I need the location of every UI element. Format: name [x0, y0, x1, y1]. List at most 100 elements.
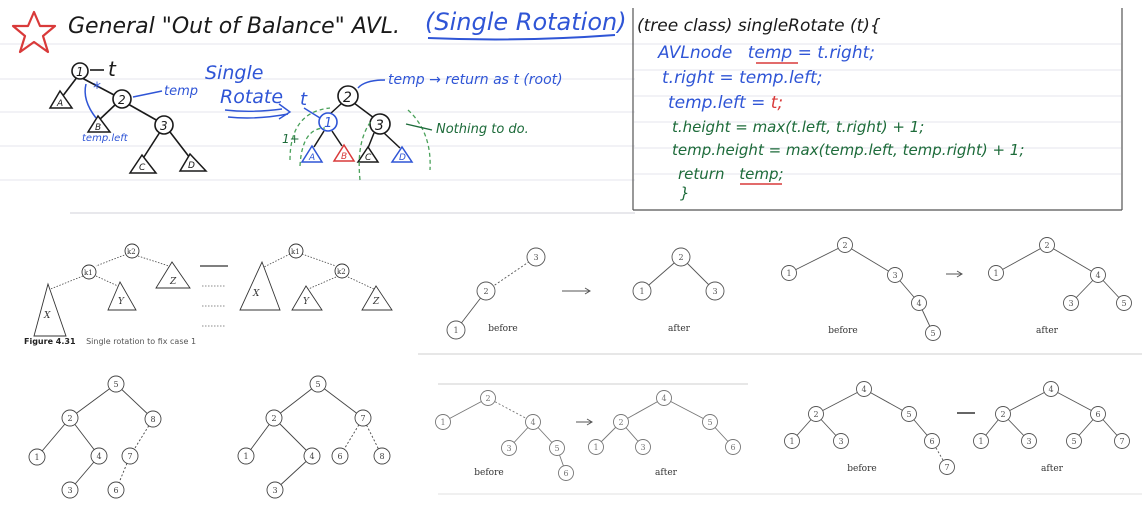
svg-text:B: B: [95, 123, 101, 133]
tree-node-label: 5: [1121, 299, 1126, 308]
before-label: before: [847, 464, 876, 474]
result-dashed-bounds: [289, 107, 431, 181]
after-label: after: [1041, 464, 1064, 474]
tree-node-label: 8: [150, 415, 155, 424]
sketch-blue-star-icon: *: [93, 78, 101, 97]
fig431-z-after: Z: [372, 297, 380, 307]
tree-node-label: 3: [640, 443, 645, 452]
tree-node-label: 2: [271, 414, 276, 423]
tree-node-label: 4: [96, 452, 101, 461]
tree-node-label: 5: [906, 410, 911, 419]
tree-node-label: 3: [838, 437, 843, 446]
result-node-2-label: 2: [343, 90, 352, 106]
tree-node-label: 2: [842, 241, 847, 250]
example-5-rotation: 4 2 5 1 3 6 7 4 2 6 1 3 5 7 before after: [784, 381, 1130, 475]
sketch-t-label: t: [108, 57, 117, 81]
tree-node-label: 1: [978, 437, 983, 446]
tree-node-label: 3: [892, 271, 897, 280]
sketch-temp-left-label: temp.left: [82, 133, 129, 144]
nothing-note: Nothing to do.: [436, 122, 529, 137]
tree-node-label: 4: [861, 385, 866, 394]
code-line-5: temp.height = max(temp.left, temp.right)…: [672, 141, 1024, 159]
svg-text:A: A: [56, 99, 63, 109]
nothing-note-arrow: [405, 123, 433, 131]
svg-text:B: B: [341, 152, 347, 162]
tree-node-label: 5: [315, 380, 320, 389]
tree-node-label: 6: [563, 469, 568, 478]
star-icon: [11, 10, 57, 54]
tree-node-label: 7: [1119, 437, 1124, 446]
tree-node-label: 2: [618, 418, 623, 427]
tree-edge: [1046, 244, 1099, 276]
code-line-3: temp.left = t;: [668, 93, 783, 113]
tree-node-label: 7: [944, 463, 949, 472]
before-label: before: [474, 468, 503, 478]
tree-edge: [844, 244, 896, 276]
before-label: before: [828, 326, 857, 336]
sketch-temp-label: temp: [164, 84, 198, 99]
fig431-y-after: Y: [303, 297, 310, 307]
result-leaf-c: C: [356, 145, 380, 163]
fig431-x-before: X: [43, 311, 51, 321]
svg-text:A: A: [308, 153, 315, 163]
tree-node-label: 3: [506, 444, 511, 453]
fig431-x-after: X: [252, 289, 260, 299]
tree-node-label: 4: [916, 299, 921, 308]
tree-edge: [815, 388, 865, 415]
tree-edge: [995, 244, 1048, 274]
svg-text:D: D: [188, 161, 195, 171]
tree-node-label: 2: [1044, 241, 1049, 250]
sketch-node-t-label: 1: [76, 65, 84, 79]
result-leaf-d: D: [390, 145, 414, 163]
tree-node-label: 2: [678, 253, 683, 262]
tree-node-label: 7: [360, 414, 365, 423]
fig431-k2-after-label: k2: [337, 268, 346, 276]
after-label: after: [668, 324, 691, 334]
tree-node-label: 3: [67, 486, 72, 495]
tree-node-label: 2: [813, 410, 818, 419]
fig431-k1-after-label: k1: [291, 248, 300, 256]
single-rotate-word2: Rotate: [220, 86, 283, 108]
result-leaf-a: A: [300, 144, 324, 163]
svg-text:D: D: [399, 153, 406, 163]
example-4-rotation: 2 1 4 3 5 6 4 2 5 1 3 6 before after: [435, 390, 741, 481]
tree-node-label: 1: [593, 443, 598, 452]
tree-edge: [317, 383, 364, 419]
figure-4-31: k2 k1 k1 k2 Z Y X X Y Z Figure 4.31 Sing…: [24, 243, 393, 346]
tree-node-label: 1: [453, 326, 458, 335]
tree-node-label: 3: [1068, 299, 1073, 308]
tree-node-label: 4: [1095, 271, 1100, 280]
tree-node-label: 7: [127, 452, 132, 461]
tree-edge: [788, 244, 846, 274]
tree-node-label: 2: [1000, 410, 1005, 419]
tree-node-label: 6: [929, 437, 934, 446]
before-label: before: [488, 324, 517, 334]
notes-heading-tag: (Single Rotation): [425, 8, 627, 36]
tree-node-label: 5: [1071, 437, 1076, 446]
tree-node-label: 4: [309, 452, 314, 461]
tree-node-label: 1: [243, 452, 248, 461]
fig431-z-before: Z: [169, 277, 177, 287]
example-3-rotation: 52 81 4 73 652 71 4 6 83: [28, 375, 391, 499]
tree-node-label: 6: [113, 486, 118, 495]
tree-node-label: 3: [533, 253, 538, 262]
tree-node-label: 6: [337, 452, 342, 461]
tree-node-label: 2: [67, 414, 72, 423]
fig431-k2-before-label: k2: [127, 248, 136, 256]
fig431-caption: Figure 4.31 Single rotation to fix case …: [24, 337, 196, 346]
sketch-leaf-a: A: [48, 89, 74, 109]
sketch-leaf-c: C: [128, 153, 158, 174]
code-line-1: AVLnode temp = t.right;: [657, 43, 875, 63]
tree-node-label: 4: [661, 394, 666, 403]
tree-edge: [1002, 388, 1052, 415]
example-2-rotation: 2 1 3 4 5 2 1 4 3 5 before after: [781, 237, 1132, 341]
result-node-3-label: 3: [375, 118, 384, 134]
single-rotate-word1: Single: [205, 62, 263, 84]
fig431-y-before: Y: [118, 297, 125, 307]
notes-canvas: General "Out of Balance" AVL. (Single Ro…: [0, 8, 1142, 499]
tree-node-label: 6: [1095, 410, 1100, 419]
sketch-temp-arrow: [132, 90, 163, 98]
tree-node-label: 4: [530, 418, 535, 427]
tree-node-label: 3: [272, 486, 277, 495]
tree-node-label: 1: [789, 437, 794, 446]
